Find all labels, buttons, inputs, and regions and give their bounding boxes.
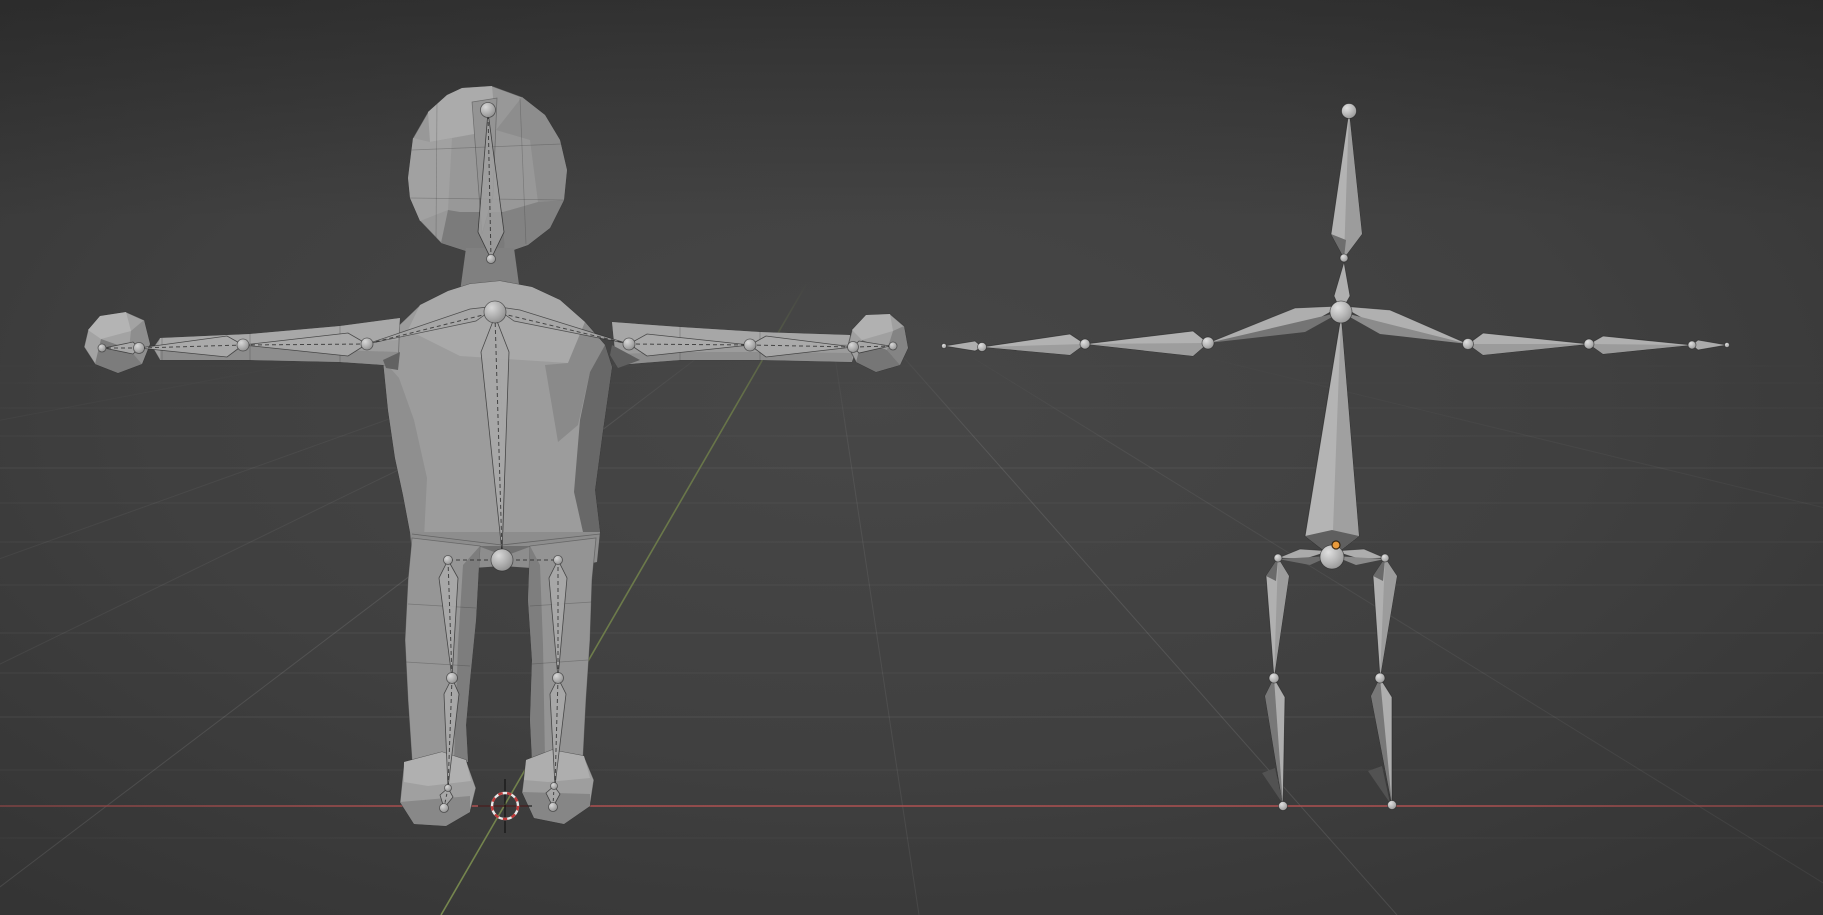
joint-sphere[interactable] bbox=[98, 344, 106, 352]
joint-sphere[interactable] bbox=[134, 343, 145, 354]
viewport-background-top-shade bbox=[0, 0, 1823, 220]
joint-sphere[interactable] bbox=[1274, 554, 1282, 562]
joint-sphere[interactable] bbox=[1320, 545, 1344, 569]
joint-sphere[interactable] bbox=[553, 673, 564, 684]
joint-sphere[interactable] bbox=[549, 803, 558, 812]
joint-sphere[interactable] bbox=[1269, 673, 1279, 683]
object-origin-dot[interactable] bbox=[1332, 541, 1340, 549]
joint-sphere[interactable] bbox=[481, 103, 496, 118]
joint-sphere[interactable] bbox=[237, 339, 249, 351]
joint-sphere[interactable] bbox=[491, 549, 513, 571]
joint-sphere[interactable] bbox=[889, 342, 897, 350]
joint-sphere[interactable] bbox=[361, 338, 373, 350]
joint-sphere[interactable] bbox=[447, 673, 458, 684]
joint-sphere[interactable] bbox=[1584, 339, 1594, 349]
joint-sphere[interactable] bbox=[1463, 339, 1474, 350]
joint-sphere[interactable] bbox=[942, 344, 947, 349]
mesh-face[interactable] bbox=[408, 138, 452, 221]
joint-sphere[interactable] bbox=[1388, 801, 1397, 810]
joint-sphere[interactable] bbox=[1342, 104, 1357, 119]
joint-sphere[interactable] bbox=[623, 338, 635, 350]
joint-sphere[interactable] bbox=[487, 255, 496, 264]
joint-sphere[interactable] bbox=[444, 556, 453, 565]
viewport-scene-canvas bbox=[0, 0, 1823, 915]
joint-sphere[interactable] bbox=[1279, 802, 1288, 811]
joint-sphere[interactable] bbox=[1340, 254, 1348, 262]
joint-sphere[interactable] bbox=[1330, 301, 1352, 323]
joint-sphere[interactable] bbox=[848, 342, 859, 353]
joint-sphere[interactable] bbox=[554, 556, 563, 565]
joint-sphere[interactable] bbox=[978, 343, 987, 352]
joint-sphere[interactable] bbox=[1202, 337, 1214, 349]
joint-sphere[interactable] bbox=[440, 804, 449, 813]
joint-sphere[interactable] bbox=[484, 301, 506, 323]
joint-sphere[interactable] bbox=[1080, 339, 1090, 349]
joint-sphere[interactable] bbox=[445, 785, 452, 792]
joint-sphere[interactable] bbox=[1381, 554, 1389, 562]
joint-sphere[interactable] bbox=[1688, 341, 1696, 349]
joint-sphere[interactable] bbox=[551, 783, 558, 790]
blender-3d-viewport[interactable] bbox=[0, 0, 1823, 915]
joint-sphere[interactable] bbox=[1375, 673, 1385, 683]
joint-sphere[interactable] bbox=[744, 339, 756, 351]
joint-sphere[interactable] bbox=[1725, 343, 1730, 348]
